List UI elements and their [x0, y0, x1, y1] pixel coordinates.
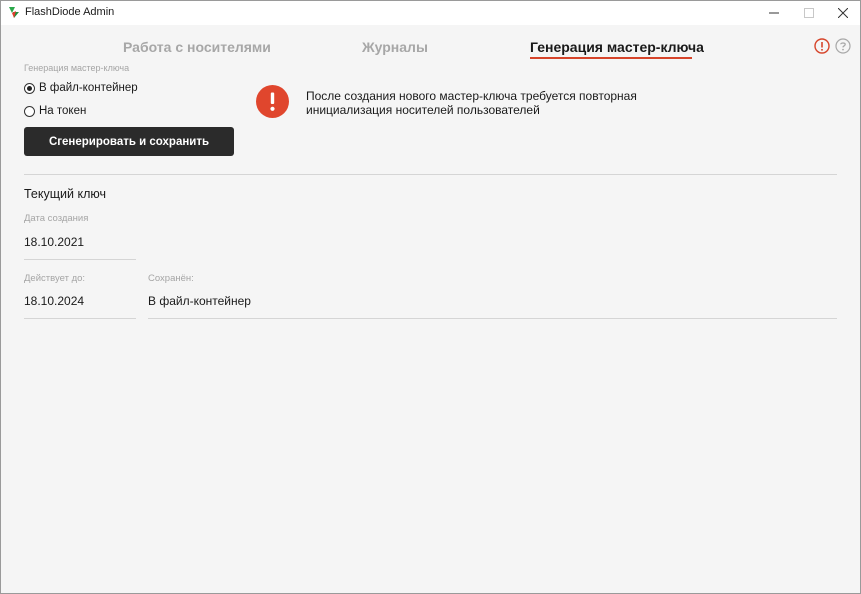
- close-button[interactable]: [828, 1, 858, 25]
- radio-file-container-label: В файл-контейнер: [39, 82, 138, 94]
- creation-date-value: 18.10.2021: [24, 235, 85, 249]
- valid-until-value: 18.10.2024: [24, 294, 85, 308]
- warning-line-2: инициализация носителей пользователей: [306, 103, 540, 117]
- generation-section-label: Генерация мастер-ключа: [24, 63, 130, 73]
- flashdiode-logo-icon: [9, 7, 19, 18]
- tab-master-key-generation[interactable]: Генерация мастер-ключа: [530, 39, 704, 55]
- app-window: FlashDiode Admin Работа с носителями Жур…: [0, 0, 861, 594]
- saved-to-underline: [148, 318, 837, 319]
- radio-token[interactable]: На токен: [24, 105, 86, 117]
- active-tab-indicator: [530, 57, 692, 59]
- radio-button-unselected[interactable]: [24, 105, 35, 117]
- maximize-button[interactable]: [794, 1, 824, 25]
- minimize-icon: [769, 12, 779, 14]
- title-bar: FlashDiode Admin: [1, 1, 860, 25]
- radio-button-selected[interactable]: [24, 82, 35, 94]
- saved-to-label: Сохранён:: [148, 273, 194, 284]
- help-icon[interactable]: [835, 38, 851, 54]
- main-content: Работа с носителями Журналы Генерация ма…: [1, 25, 860, 593]
- section-divider: [24, 174, 837, 175]
- window-title: FlashDiode Admin: [25, 6, 115, 18]
- minimize-button[interactable]: [759, 1, 789, 25]
- info-icon[interactable]: [814, 38, 830, 54]
- valid-until-underline: [24, 318, 136, 319]
- current-key-title: Текущий ключ: [24, 187, 106, 201]
- maximize-icon: [804, 8, 814, 18]
- saved-to-value: В файл-контейнер: [148, 294, 251, 308]
- warning-line-1: После создания нового мастер-ключа требу…: [306, 89, 637, 103]
- tab-media-work[interactable]: Работа с носителями: [123, 39, 271, 55]
- creation-date-underline: [24, 259, 136, 260]
- warning-icon: [256, 85, 289, 118]
- generate-and-save-button[interactable]: Сгенерировать и сохранить: [24, 127, 234, 156]
- exclamation-icon: [270, 92, 275, 111]
- valid-until-label: Действует до:: [24, 273, 86, 284]
- radio-file-container[interactable]: В файл-контейнер: [24, 82, 138, 94]
- tab-logs[interactable]: Журналы: [362, 39, 428, 55]
- warning-message: После создания нового мастер-ключа требу…: [306, 89, 637, 117]
- radio-token-label: На токен: [39, 105, 87, 117]
- creation-date-label: Дата создания: [24, 213, 89, 224]
- close-icon: [838, 8, 848, 18]
